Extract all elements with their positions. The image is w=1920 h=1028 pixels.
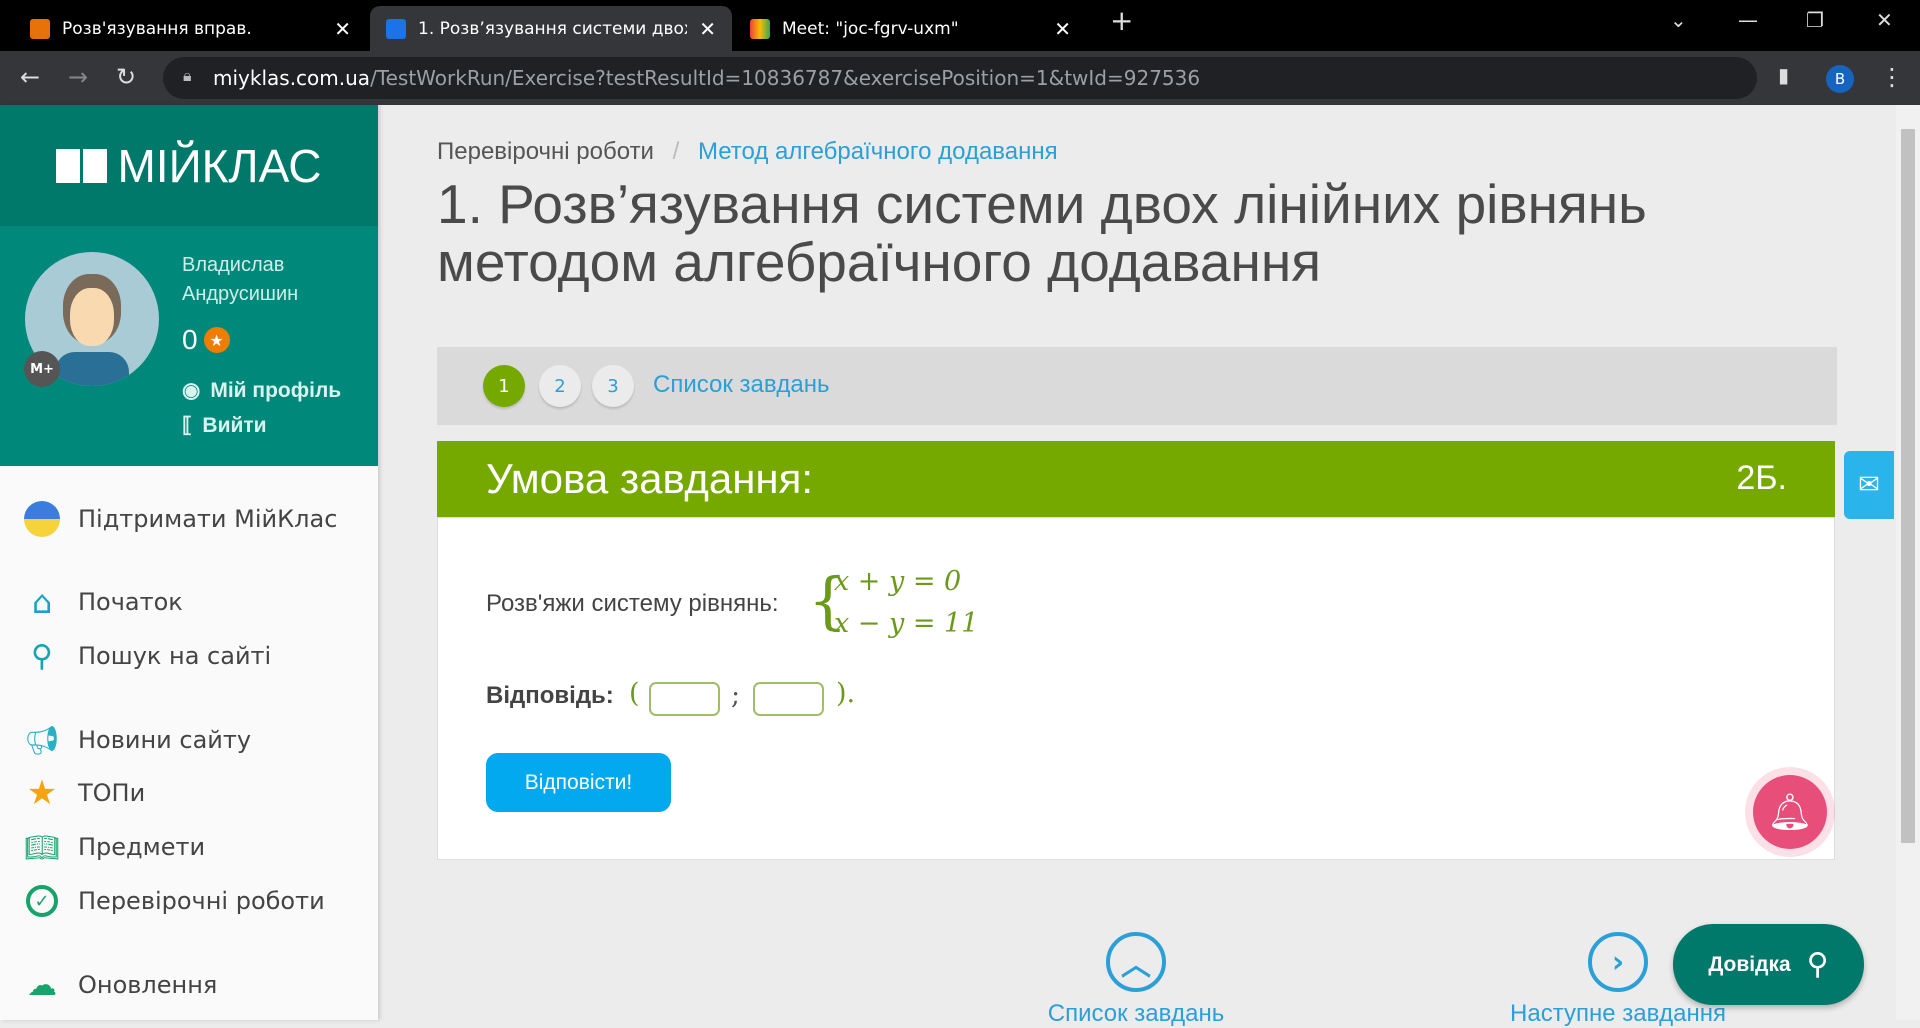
tab-exercises[interactable]: Розв'язування вправ. ✕: [14, 6, 367, 51]
sidebar: МІЙКЛАС M+ Владислав Андрусишин 0 ★ ◉ Мій…: [0, 105, 378, 1020]
sidebar-item-tests[interactable]: ✓ Перевірочні роботи: [24, 883, 325, 919]
equation-2: x − y = 11: [834, 608, 979, 639]
submit-answer-button[interactable]: Відповісти!: [486, 753, 671, 812]
bell-icon: 🔔︎: [1767, 792, 1813, 833]
home-icon: ⌂: [31, 583, 53, 621]
forward-icon[interactable]: →: [68, 63, 88, 91]
megaphone-icon: 📢︎: [24, 723, 60, 757]
close-window-icon[interactable]: ✕: [1876, 8, 1893, 32]
breadcrumb-topic[interactable]: Метод алгебраїчного додавання: [698, 138, 1058, 165]
question-text: Розв'яжи систему рівнянь:: [486, 590, 779, 617]
ukraine-flag-icon: [24, 501, 60, 537]
card-header: Умова завдання: 2Б.: [437, 441, 1835, 517]
help-button[interactable]: Довідка ⚲: [1673, 924, 1864, 1005]
sidebar-item-subjects[interactable]: 📖︎ Предмети: [24, 829, 205, 865]
scrollbar[interactable]: [1896, 105, 1920, 1020]
exercise-nav: 1 2 3 Список завдань: [437, 347, 1837, 425]
bottom-task-list-link[interactable]: Список завдань: [1048, 1000, 1224, 1028]
user-last-name: Андрусишин: [182, 283, 299, 305]
door-icon: ⟦: [182, 414, 193, 437]
close-icon[interactable]: ✕: [699, 17, 716, 41]
page-1[interactable]: 1: [483, 365, 525, 407]
chevron-right-icon: ›: [1611, 944, 1625, 980]
mail-icon: ✉: [1858, 470, 1880, 500]
profile-avatar[interactable]: B: [1826, 65, 1854, 93]
close-icon[interactable]: ✕: [1054, 17, 1071, 41]
sidebar-item-tops[interactable]: ★ ТОПи: [24, 773, 145, 813]
equation-1: x + y = 0: [834, 566, 962, 597]
search-icon: ⚲: [1806, 948, 1829, 981]
cloud-alert-icon: ☁: [27, 967, 57, 1003]
tab-meet[interactable]: Meet: "joc-fgrv-uxm" ✕: [734, 6, 1087, 51]
sidepanel-icon[interactable]: ▮: [1778, 63, 1789, 87]
answer-x-input[interactable]: [649, 682, 720, 716]
page-2[interactable]: 2: [539, 365, 581, 407]
points: 0: [182, 324, 198, 355]
star-icon: ★: [26, 773, 58, 813]
book-icon: 📖︎: [24, 830, 60, 864]
sidebar-item-support[interactable]: Підтримати МійКлас: [24, 501, 337, 537]
close-icon[interactable]: ✕: [334, 17, 351, 41]
page-title: 1. Розв’язування системи двох лінійних р…: [437, 173, 1647, 293]
address-bar[interactable]: 🔒︎ miyklas.com.ua/TestWorkRun/Exercise?t…: [163, 57, 1757, 99]
sidebar-item-updates[interactable]: ☁ Оновлення: [24, 967, 217, 1003]
lock-icon: 🔒︎: [183, 66, 192, 85]
restore-icon[interactable]: ❐: [1806, 8, 1824, 32]
reload-icon[interactable]: ↻: [116, 63, 136, 91]
exercise-card: Розв'яжи систему рівнянь: { x + y = 0 x …: [437, 517, 1835, 860]
badge: M+: [24, 351, 60, 387]
notification-bell-button[interactable]: 🔔︎: [1753, 775, 1827, 849]
task-list-up-button[interactable]: ︿: [1106, 932, 1166, 992]
book-icon: [386, 18, 406, 39]
feedback-mail-button[interactable]: ✉: [1844, 451, 1894, 519]
breadcrumb: Перевірочні роботи / Метод алгебраїчного…: [437, 138, 1058, 165]
menu-icon[interactable]: ⋮: [1880, 63, 1904, 91]
chevron-down-icon[interactable]: ⌄: [1670, 8, 1687, 32]
breadcrumb-tests[interactable]: Перевірочні роботи: [437, 138, 654, 165]
search-icon: ⚲: [31, 638, 53, 674]
task-list-link[interactable]: Список завдань: [653, 371, 829, 399]
tab-current[interactable]: 1. Розв’язування системи двох лінійних ✕: [370, 6, 732, 51]
logout-link[interactable]: ⟦ Вийти: [182, 413, 267, 438]
tab-bar: Розв'язування вправ. ✕ 1. Розв’язування …: [0, 0, 1920, 51]
meet-icon: [750, 18, 770, 39]
next-task-button[interactable]: ›: [1588, 932, 1648, 992]
back-icon[interactable]: ←: [20, 63, 40, 91]
sidebar-item-home[interactable]: ⌂ Початок: [24, 583, 183, 621]
profile-panel: M+ Владислав Андрусишин 0 ★ ◉ Мій профіль…: [0, 226, 378, 466]
page-3[interactable]: 3: [592, 365, 634, 407]
logo-book-icon: [56, 148, 108, 183]
sidebar-item-search[interactable]: ⚲ Пошук на сайті: [24, 638, 271, 674]
user-circle-icon: ◉: [182, 379, 201, 402]
logo[interactable]: МІЙКЛАС: [0, 105, 378, 226]
check-circle-icon: ✓: [24, 883, 60, 919]
scrollbar-thumb[interactable]: [1901, 129, 1915, 843]
user-first-name: Владислав: [182, 254, 285, 276]
star-coin-icon: ★: [203, 327, 230, 353]
card-title: Умова завдання:: [486, 455, 814, 502]
new-tab-icon[interactable]: +: [1110, 4, 1133, 37]
main-content: Перевірочні роботи / Метод алгебраїчного…: [378, 105, 1896, 1027]
next-task-link[interactable]: Наступне завдання: [1510, 1000, 1726, 1028]
chevron-up-icon: ︿: [1121, 948, 1151, 983]
answer-y-input[interactable]: [753, 682, 824, 716]
answer-label: Відповідь:: [486, 682, 614, 709]
my-profile-link[interactable]: ◉ Мій профіль: [182, 378, 341, 403]
sidebar-item-news[interactable]: 📢︎ Новини сайту: [24, 722, 251, 758]
slides-icon: [30, 18, 50, 39]
minimize-icon[interactable]: —: [1738, 8, 1758, 32]
points-value: 2Б.: [1736, 459, 1787, 497]
